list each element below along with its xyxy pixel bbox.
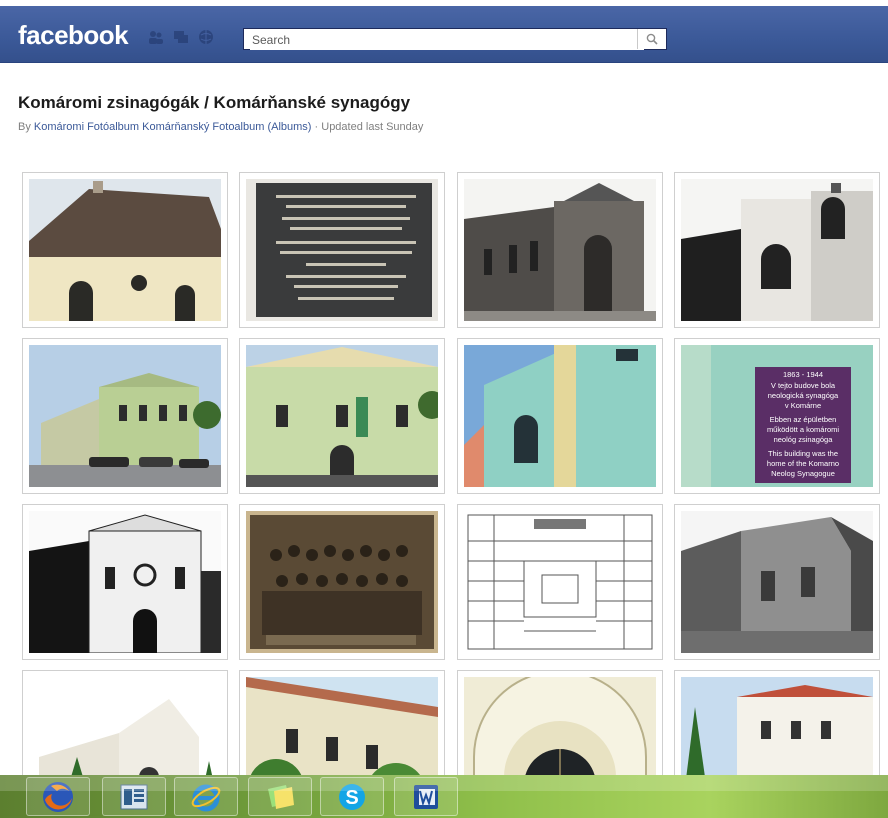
photo-image xyxy=(464,677,656,782)
word-icon xyxy=(414,784,438,809)
internet-explorer-icon xyxy=(191,784,221,811)
photo-thumbnail[interactable] xyxy=(22,670,228,782)
photo-thumbnail[interactable] xyxy=(239,670,445,782)
photo-thumbnail[interactable] xyxy=(239,504,445,660)
photo-image xyxy=(681,511,873,653)
photo-thumbnail[interactable] xyxy=(457,338,663,494)
album-title: Komáromi zsinagógák / Komárňanské synagó… xyxy=(18,93,411,112)
windows-explorer-icon xyxy=(120,784,148,809)
magnifier-icon xyxy=(646,33,658,45)
sign-line: működött a komáromi xyxy=(767,425,839,434)
photo-thumbnail[interactable] xyxy=(239,338,445,494)
photo-image xyxy=(29,511,221,653)
taskbar-skype[interactable]: S xyxy=(320,777,384,816)
search-button[interactable] xyxy=(637,29,666,49)
photo-image xyxy=(464,345,656,487)
byline-separator: · xyxy=(311,121,322,133)
photo-image xyxy=(29,179,221,321)
photo-image xyxy=(29,345,221,487)
photo-thumbnail[interactable]: 1863 - 1944 V tejto budove bola neologic… xyxy=(674,338,880,494)
top-bar: facebook xyxy=(0,0,888,80)
sign-line: 1863 - 1944 xyxy=(783,370,823,379)
sign-line: neologická synagóga xyxy=(768,391,839,400)
photo-image xyxy=(681,677,873,782)
photo-thumbnail[interactable] xyxy=(22,504,228,660)
search-box xyxy=(243,28,667,50)
taskbar-firefox[interactable] xyxy=(26,777,90,816)
sign-line: home of the Komarno xyxy=(767,459,839,468)
taskbar-explorer[interactable] xyxy=(102,777,166,816)
photo-image xyxy=(246,511,438,653)
skype-icon: S xyxy=(339,783,365,810)
firefox-icon xyxy=(43,781,73,812)
photo-thumbnail[interactable] xyxy=(22,338,228,494)
sign-line: This building was the xyxy=(768,449,838,458)
photo-image xyxy=(246,345,438,487)
photo-image xyxy=(29,677,221,782)
sign-line: Neolog Synagogue xyxy=(771,469,835,478)
photo-image xyxy=(246,677,438,782)
sign-line: V tejto budove bola xyxy=(771,381,836,390)
photo-image xyxy=(681,179,873,321)
photo-thumbnail[interactable] xyxy=(674,670,880,782)
search-input[interactable] xyxy=(250,30,644,50)
taskbar-word[interactable] xyxy=(394,777,458,816)
photo-thumbnail[interactable] xyxy=(674,172,880,328)
messages-icon[interactable] xyxy=(173,29,189,45)
sticky-notes-icon xyxy=(268,784,294,809)
photo-image xyxy=(246,179,438,321)
sign-line: Ebben az épületben xyxy=(770,415,837,424)
updated-text: Updated last Sunday xyxy=(321,121,424,133)
photo-thumbnail[interactable] xyxy=(674,504,880,660)
friend-requests-icon[interactable] xyxy=(148,29,164,45)
photo-image xyxy=(464,511,656,653)
facebook-logo[interactable]: facebook xyxy=(18,20,129,51)
owner-link[interactable]: Komáromi Fotóalbum Komárňanský Fotoalbum xyxy=(34,121,264,133)
sign-line: v Komárne xyxy=(785,401,821,410)
album-byline: By Komáromi Fotóalbum Komárňanský Fotoal… xyxy=(18,121,423,133)
notifications-icon[interactable] xyxy=(198,29,214,45)
albums-link[interactable]: (Albums) xyxy=(267,121,311,133)
windows-taskbar: S xyxy=(0,775,888,818)
taskbar-sticky-notes[interactable] xyxy=(248,777,312,816)
photo-thumbnail[interactable] xyxy=(457,172,663,328)
photo-thumbnail[interactable] xyxy=(457,670,663,782)
photo-thumbnail[interactable] xyxy=(22,172,228,328)
taskbar-internet-explorer[interactable] xyxy=(174,777,238,816)
photo-grid: 1863 - 1944 V tejto budove bola neologic… xyxy=(22,172,882,782)
photo-image: 1863 - 1944 V tejto budove bola neologic… xyxy=(681,345,873,487)
sign-line: neológ zsinagóga xyxy=(774,435,834,444)
photo-image xyxy=(464,179,656,321)
notification-jewels xyxy=(148,29,214,45)
photo-thumbnail[interactable] xyxy=(239,172,445,328)
byline-prefix: By xyxy=(18,121,34,133)
svg-text:S: S xyxy=(345,787,358,809)
photo-thumbnail[interactable] xyxy=(457,504,663,660)
